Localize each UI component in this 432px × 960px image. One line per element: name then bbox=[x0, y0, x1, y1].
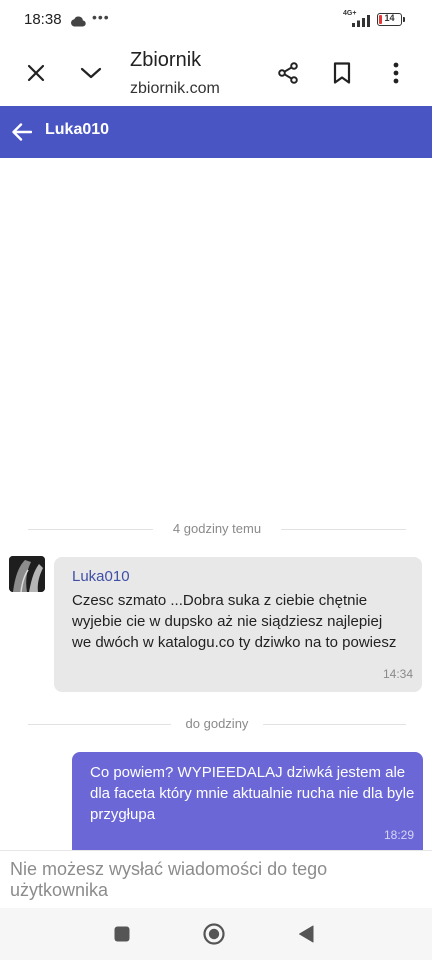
time-divider: do godziny bbox=[28, 714, 406, 734]
status-time: 18:38 bbox=[24, 11, 62, 28]
battery-cap bbox=[403, 17, 405, 22]
browser-page-title: Zbiornik bbox=[130, 49, 202, 71]
message-time: 18:29 bbox=[383, 828, 414, 842]
signal-icon bbox=[352, 14, 372, 32]
recents-square-icon[interactable] bbox=[108, 920, 136, 948]
browser-url[interactable]: zbiornik.com bbox=[130, 80, 220, 98]
close-icon[interactable] bbox=[20, 57, 52, 89]
message-text: Co powiem? WYPIEEDALAJ dziwká jestem ale… bbox=[90, 764, 415, 823]
battery-level: 14 bbox=[384, 13, 395, 23]
battery-icon: 14 bbox=[377, 13, 402, 26]
back-arrow-icon[interactable] bbox=[6, 116, 38, 148]
back-triangle-icon[interactable] bbox=[292, 920, 320, 948]
messaging-disabled-notice: Nie możesz wysłać wiadomości do tego uży… bbox=[0, 850, 432, 908]
share-icon[interactable] bbox=[272, 57, 304, 89]
chevron-down-icon[interactable] bbox=[75, 57, 107, 89]
chat-area[interactable] bbox=[0, 158, 432, 850]
more-dots-icon: ••• bbox=[92, 9, 110, 25]
more-vert-icon[interactable] bbox=[380, 57, 412, 89]
chat-header: Luka010 bbox=[0, 106, 432, 158]
status-bar: 18:38 ••• 4G+ 14 bbox=[0, 0, 432, 40]
bookmark-icon[interactable] bbox=[326, 57, 358, 89]
outgoing-message[interactable]: Co powiem? WYPIEEDALAJ dziwká jestem ale… bbox=[72, 752, 423, 850]
cloud-icon bbox=[70, 14, 86, 32]
chat-title[interactable]: Luka010 bbox=[45, 121, 109, 139]
message-sender[interactable]: Luka010 bbox=[72, 568, 130, 585]
avatar[interactable] bbox=[9, 556, 45, 592]
notice-text: Nie możesz wysłać wiadomości do tego uży… bbox=[10, 859, 328, 900]
browser-toolbar: Zbiornik zbiornik.com bbox=[0, 40, 432, 106]
time-divider: 4 godziny temu bbox=[28, 519, 406, 539]
message-text: Czesc szmato ...Dobra suka z ciebie chęt… bbox=[72, 592, 397, 651]
incoming-message[interactable]: Luka010 Czesc szmato ...Dobra suka z cie… bbox=[54, 557, 422, 692]
message-time: 14:34 bbox=[382, 667, 413, 681]
divider-label: do godziny bbox=[185, 716, 249, 731]
divider-label: 4 godziny temu bbox=[172, 521, 262, 536]
system-nav-bar bbox=[0, 908, 432, 960]
home-circle-icon[interactable] bbox=[200, 920, 228, 948]
